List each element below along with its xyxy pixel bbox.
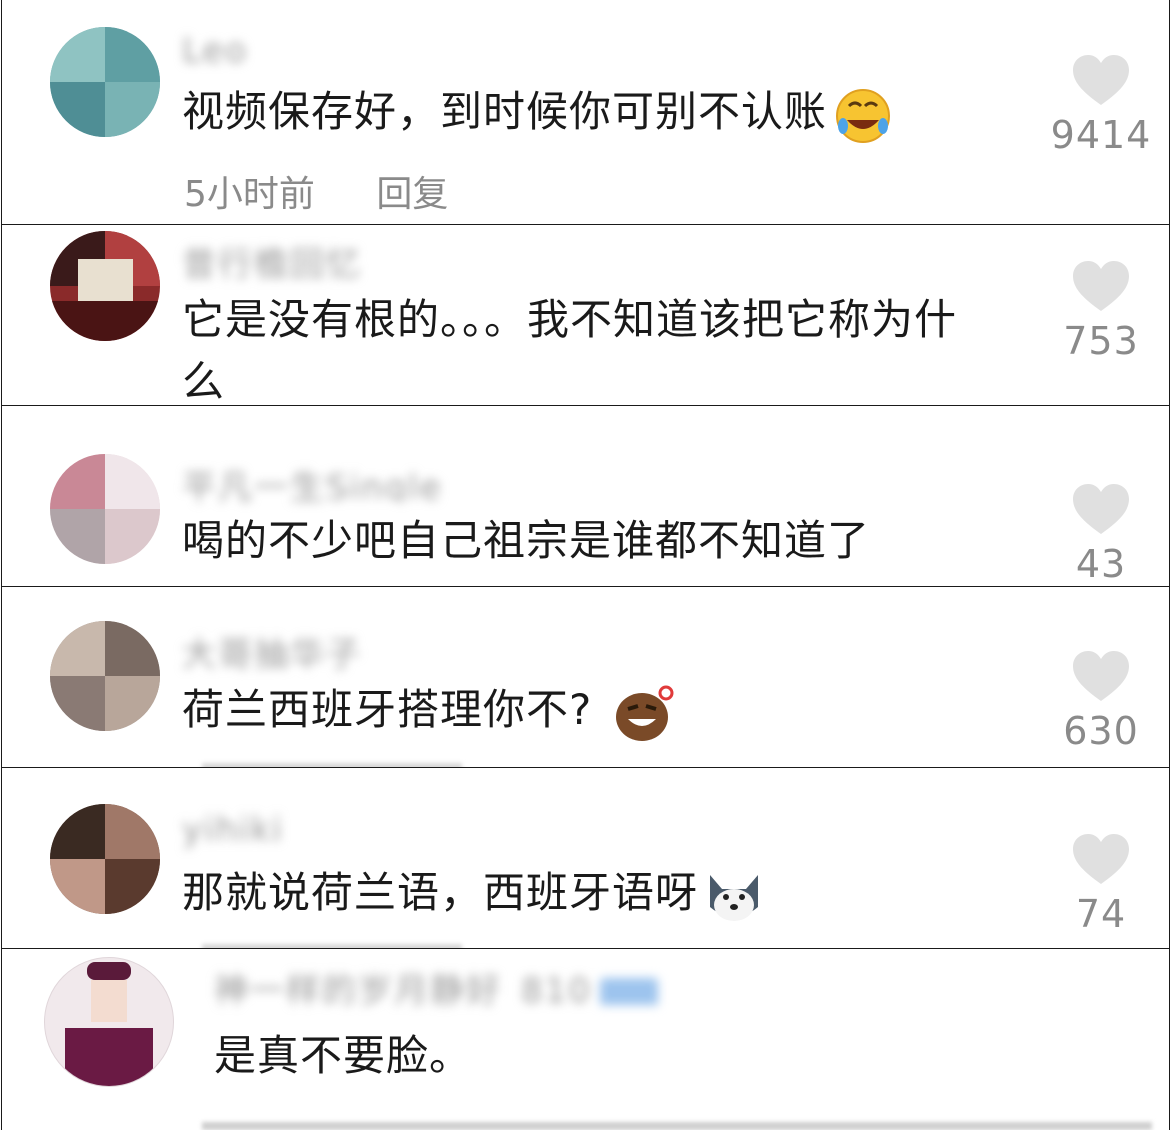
like-count: 630	[1063, 709, 1139, 753]
reply-button[interactable]: 回复	[376, 174, 448, 215]
like-button[interactable]: 9414	[1026, 55, 1169, 157]
avatar[interactable]	[50, 454, 160, 564]
like-count: 74	[1075, 892, 1127, 936]
username[interactable]: Leo	[182, 31, 248, 73]
grin-face-icon	[616, 685, 674, 741]
heart-icon	[1073, 261, 1129, 311]
level-badge	[599, 977, 658, 1005]
comment-text: 它是没有根的。。。我不知道该把它称为什么	[182, 295, 958, 406]
like-button[interactable]: 43	[1026, 484, 1169, 586]
username[interactable]: 大哥抽华子	[182, 627, 362, 669]
username[interactable]: 平凡一生Single	[182, 460, 443, 502]
rofl-icon	[836, 88, 891, 143]
like-count: 43	[1075, 542, 1127, 586]
username[interactable]: 昔行檐回忆	[182, 237, 362, 279]
like-button[interactable]: 74	[1026, 834, 1169, 936]
timestamp: 5小时前	[184, 174, 315, 215]
like-count: 753	[1063, 319, 1139, 363]
like-button[interactable]: 630	[1026, 651, 1169, 753]
comment-card: Leo 视频保存好，到时候你可别不认账 5小时前 回复 9414	[1, 0, 1170, 225]
comment-body: 荷兰西班牙搭理你不?	[182, 685, 593, 734]
comment-text: 是真不要脸。	[214, 1031, 473, 1080]
comment-card: 平凡一生Single 喝的不少吧自己祖宗是谁都不知道了 43	[1, 405, 1170, 588]
husky-icon	[710, 874, 759, 921]
heart-icon	[1073, 55, 1129, 105]
comment-meta: 5小时前 回复	[184, 165, 498, 217]
comment-card: yihiki 那就说荷兰语，西班牙语呀 74	[1, 767, 1170, 950]
cropped-footer	[202, 1122, 1152, 1130]
comment-body: 视频保存好，到时候你可别不认账	[182, 87, 828, 136]
heart-icon	[1073, 834, 1129, 884]
like-count: 9414	[1050, 113, 1152, 157]
username[interactable]: 神一样的岁月静好_810	[214, 963, 658, 1005]
comment-text: 视频保存好，到时候你可别不认账	[182, 81, 1009, 144]
heart-icon	[1073, 651, 1129, 701]
avatar[interactable]	[50, 804, 160, 914]
comment-card: 大哥抽华子 荷兰西班牙搭理你不? 630	[1, 586, 1170, 769]
username[interactable]: yihiki	[182, 810, 284, 852]
avatar[interactable]	[50, 231, 160, 341]
comment-body: 那就说荷兰语，西班牙语呀	[182, 868, 699, 917]
username-text: 神一样的岁月静好_810	[214, 971, 592, 1005]
comment-text: 那就说荷兰语，西班牙语呀	[182, 862, 1009, 925]
comment-card: 神一样的岁月静好_810 是真不要脸。	[1, 948, 1170, 1130]
avatar[interactable]	[44, 957, 174, 1087]
comment-text: 喝的不少吧自己祖宗是谁都不知道了	[182, 516, 871, 565]
comment-card: 昔行檐回忆 它是没有根的。。。我不知道该把它称为什么 753	[1, 224, 1170, 407]
heart-icon	[1073, 484, 1129, 534]
comment-text: 荷兰西班牙搭理你不?	[182, 679, 1009, 743]
avatar[interactable]	[50, 27, 160, 137]
like-button[interactable]: 753	[1026, 261, 1169, 363]
avatar[interactable]	[50, 621, 160, 731]
